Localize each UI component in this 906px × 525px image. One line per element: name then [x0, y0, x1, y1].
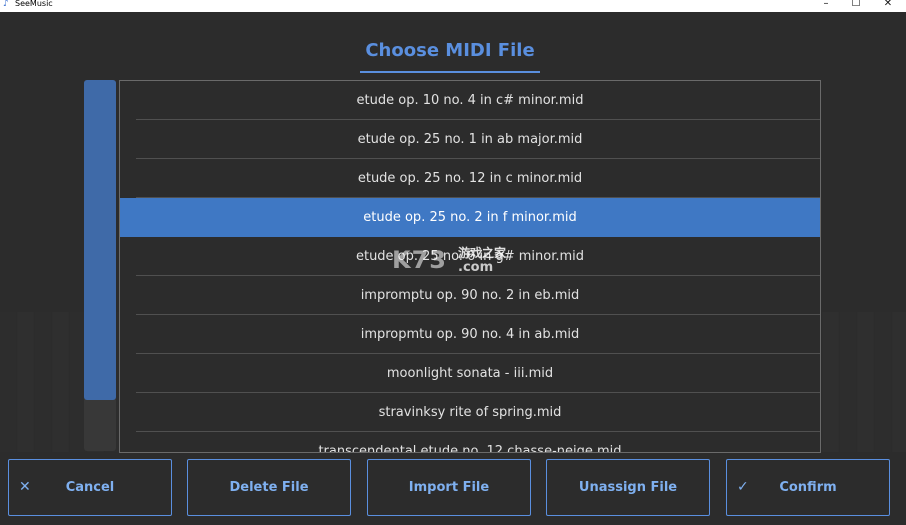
window-close-button[interactable]: ✕	[874, 0, 902, 10]
piano-key-stripe	[35, 312, 51, 452]
import-file-button[interactable]: Import File	[367, 459, 531, 516]
file-item[interactable]: moonlight sonata - iii.mid	[120, 354, 820, 393]
piano-key-stripe	[875, 312, 891, 452]
file-name: impropmtu op. 90 no. 4 in ab.mid	[360, 327, 580, 342]
cancel-label: Cancel	[65, 480, 115, 495]
import-label: Import File	[408, 480, 490, 495]
window-title: SeeMusic	[15, 0, 53, 8]
file-name: etude op. 10 no. 4 in c# minor.mid	[356, 93, 584, 108]
watermark-text: K73	[392, 246, 447, 274]
confirm-button[interactable]: ✓ Confirm	[726, 459, 890, 516]
title-underline	[360, 71, 540, 73]
piano-key-stripe	[822, 312, 839, 452]
file-item[interactable]: etude op. 25 no. 12 in c minor.mid	[120, 159, 820, 198]
delete-label: Delete File	[229, 480, 309, 495]
dialog-title: Choose MIDI File	[365, 40, 535, 61]
file-name: impromptu op. 90 no. 2 in eb.mid	[360, 288, 580, 303]
watermark-logo: K73 游戏之家 .com	[392, 246, 532, 280]
piano-key-stripe	[52, 312, 69, 452]
file-item[interactable]: transcendental etude no. 12 chasse-neige…	[120, 432, 820, 453]
scrollbar-thumb[interactable]	[84, 80, 116, 400]
unassign-file-button[interactable]: Unassign File	[546, 459, 710, 516]
close-icon: ✕	[19, 479, 31, 495]
piano-key-stripe	[840, 312, 856, 452]
file-name: transcendental etude no. 12 chasse-neige…	[318, 444, 622, 453]
file-name: stravinksy rite of spring.mid	[378, 405, 562, 420]
piano-key-stripe	[892, 312, 906, 452]
cancel-button[interactable]: ✕ Cancel	[8, 459, 172, 516]
file-item[interactable]: stravinksy rite of spring.mid	[120, 393, 820, 432]
watermark-domain: .com	[458, 260, 494, 275]
piano-key-stripe	[17, 312, 34, 452]
piano-key-stripe	[857, 312, 874, 452]
confirm-label: Confirm	[779, 480, 837, 495]
check-icon: ✓	[737, 479, 749, 495]
file-name: etude op. 25 no. 2 in f minor.mid	[363, 210, 577, 225]
file-item[interactable]: etude op. 10 no. 4 in c# minor.mid	[120, 81, 820, 120]
minimize-button[interactable]: –	[812, 0, 840, 10]
piano-key-stripe	[0, 312, 16, 452]
music-note-icon: ♪	[3, 0, 9, 9]
watermark-chinese: 游戏之家	[458, 246, 507, 260]
file-item-selected[interactable]: etude op. 25 no. 2 in f minor.mid	[120, 198, 820, 237]
file-name: moonlight sonata - iii.mid	[386, 366, 554, 381]
file-item[interactable]: etude op. 25 no. 1 in ab major.mid	[120, 120, 820, 159]
file-name: etude op. 25 no. 1 in ab major.mid	[357, 132, 583, 147]
maximize-button[interactable]: ☐	[842, 0, 870, 10]
delete-file-button[interactable]: Delete File	[187, 459, 351, 516]
window-titlebar: ♪ SeeMusic – ☐ ✕	[0, 0, 906, 12]
unassign-label: Unassign File	[578, 480, 678, 495]
file-name: etude op. 25 no. 12 in c minor.mid	[357, 171, 583, 186]
file-item[interactable]: impromptu op. 90 no. 2 in eb.mid	[120, 276, 820, 315]
file-item[interactable]: impropmtu op. 90 no. 4 in ab.mid	[120, 315, 820, 354]
